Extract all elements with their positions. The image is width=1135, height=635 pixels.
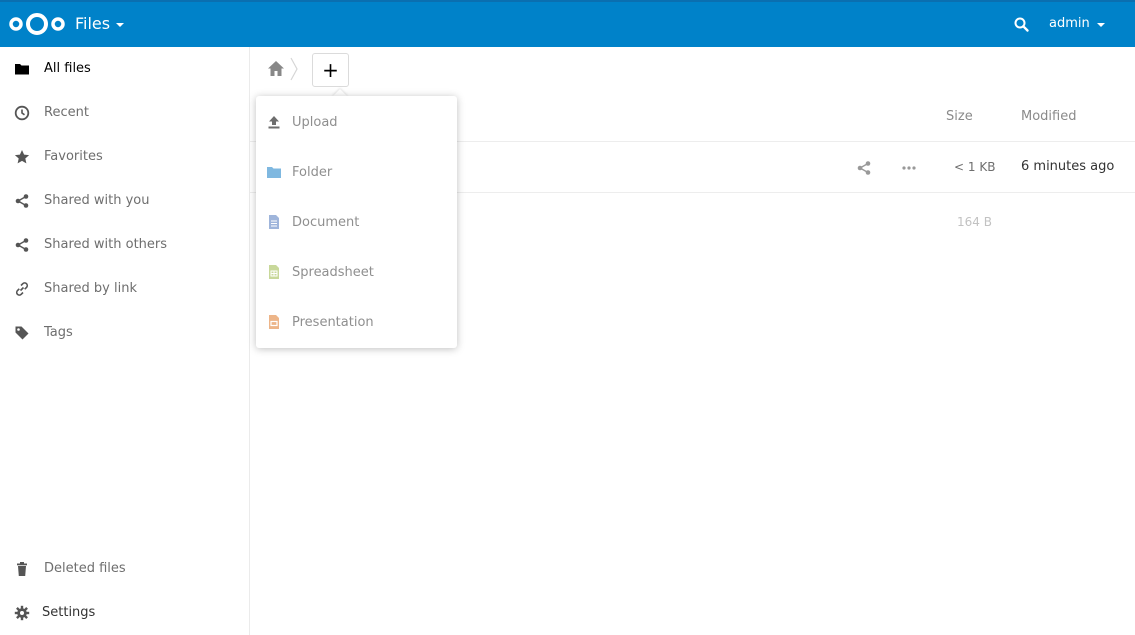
chevron-down-icon bbox=[1096, 22, 1105, 27]
spreadsheet-icon bbox=[266, 264, 282, 280]
gear-icon bbox=[14, 605, 30, 621]
summary-size: 164 B bbox=[957, 215, 992, 229]
sidebar-item-favorites[interactable]: Favorites bbox=[0, 135, 249, 179]
share-icon[interactable] bbox=[856, 160, 872, 176]
breadcrumb: + bbox=[250, 47, 1135, 91]
chevron-down-icon bbox=[116, 22, 125, 27]
breadcrumb-separator-icon bbox=[290, 57, 298, 81]
menu-item-label: Presentation bbox=[292, 315, 374, 330]
share-icon bbox=[14, 237, 30, 253]
sidebar-item-label: Recent bbox=[44, 105, 89, 120]
file-modified: 6 minutes ago bbox=[1021, 159, 1115, 174]
app-menu-button[interactable]: Files bbox=[75, 14, 125, 33]
sidebar: All files Recent Favorites Shared with y… bbox=[0, 47, 250, 635]
file-size: < 1 KB bbox=[954, 160, 996, 174]
sidebar-item-label: Shared with others bbox=[44, 237, 168, 252]
home-icon[interactable] bbox=[267, 60, 285, 77]
sidebar-item-label: All files bbox=[44, 61, 91, 76]
trash-icon bbox=[14, 561, 30, 577]
clock-icon bbox=[14, 105, 30, 121]
new-file-menu: Upload Folder Document Spreadsheet Prese… bbox=[256, 96, 457, 348]
more-options-icon[interactable] bbox=[901, 160, 917, 176]
sidebar-item-label: Shared by link bbox=[44, 281, 137, 296]
column-header-modified[interactable]: Modified bbox=[1021, 109, 1076, 124]
menu-item-upload[interactable]: Upload bbox=[256, 96, 457, 146]
menu-item-presentation[interactable]: Presentation bbox=[256, 296, 457, 346]
menu-item-spreadsheet[interactable]: Spreadsheet bbox=[256, 246, 457, 296]
presentation-icon bbox=[266, 314, 282, 330]
username-label: admin bbox=[1049, 16, 1090, 31]
menu-item-label: Spreadsheet bbox=[292, 265, 374, 280]
search-icon[interactable] bbox=[1012, 15, 1032, 35]
user-menu-button[interactable]: admin bbox=[1049, 16, 1105, 31]
sidebar-item-label: Tags bbox=[44, 325, 73, 340]
document-icon bbox=[266, 214, 282, 230]
top-header: Files admin bbox=[0, 0, 1135, 47]
star-icon bbox=[14, 149, 30, 165]
sidebar-item-label: Deleted files bbox=[44, 561, 126, 576]
sidebar-item-tags[interactable]: Tags bbox=[0, 311, 249, 355]
column-header-size[interactable]: Size bbox=[946, 109, 973, 124]
sidebar-item-shared-by-link[interactable]: Shared by link bbox=[0, 267, 249, 311]
nextcloud-logo-icon[interactable] bbox=[8, 11, 66, 37]
menu-item-label: Upload bbox=[292, 115, 338, 130]
sidebar-item-label: Shared with you bbox=[44, 193, 150, 208]
sidebar-item-label: Settings bbox=[42, 605, 96, 620]
sidebar-item-shared-with-others[interactable]: Shared with others bbox=[0, 223, 249, 267]
sidebar-item-settings[interactable]: Settings bbox=[0, 591, 249, 635]
sidebar-item-all-files[interactable]: All files bbox=[0, 47, 249, 91]
share-icon bbox=[14, 193, 30, 209]
new-file-button[interactable]: + bbox=[312, 53, 349, 87]
menu-item-document[interactable]: Document bbox=[256, 196, 457, 246]
app-name-label: Files bbox=[75, 14, 111, 33]
tag-icon bbox=[14, 325, 30, 341]
upload-icon bbox=[266, 114, 282, 130]
sidebar-item-recent[interactable]: Recent bbox=[0, 91, 249, 135]
sidebar-item-label: Favorites bbox=[44, 149, 103, 164]
menu-item-folder[interactable]: Folder bbox=[256, 146, 457, 196]
link-icon bbox=[14, 281, 30, 297]
menu-item-label: Document bbox=[292, 215, 360, 230]
sidebar-item-shared-with-you[interactable]: Shared with you bbox=[0, 179, 249, 223]
folder-icon bbox=[14, 61, 30, 77]
folder-icon bbox=[266, 164, 282, 180]
menu-item-label: Folder bbox=[292, 165, 333, 180]
sidebar-item-deleted-files[interactable]: Deleted files bbox=[0, 547, 249, 591]
